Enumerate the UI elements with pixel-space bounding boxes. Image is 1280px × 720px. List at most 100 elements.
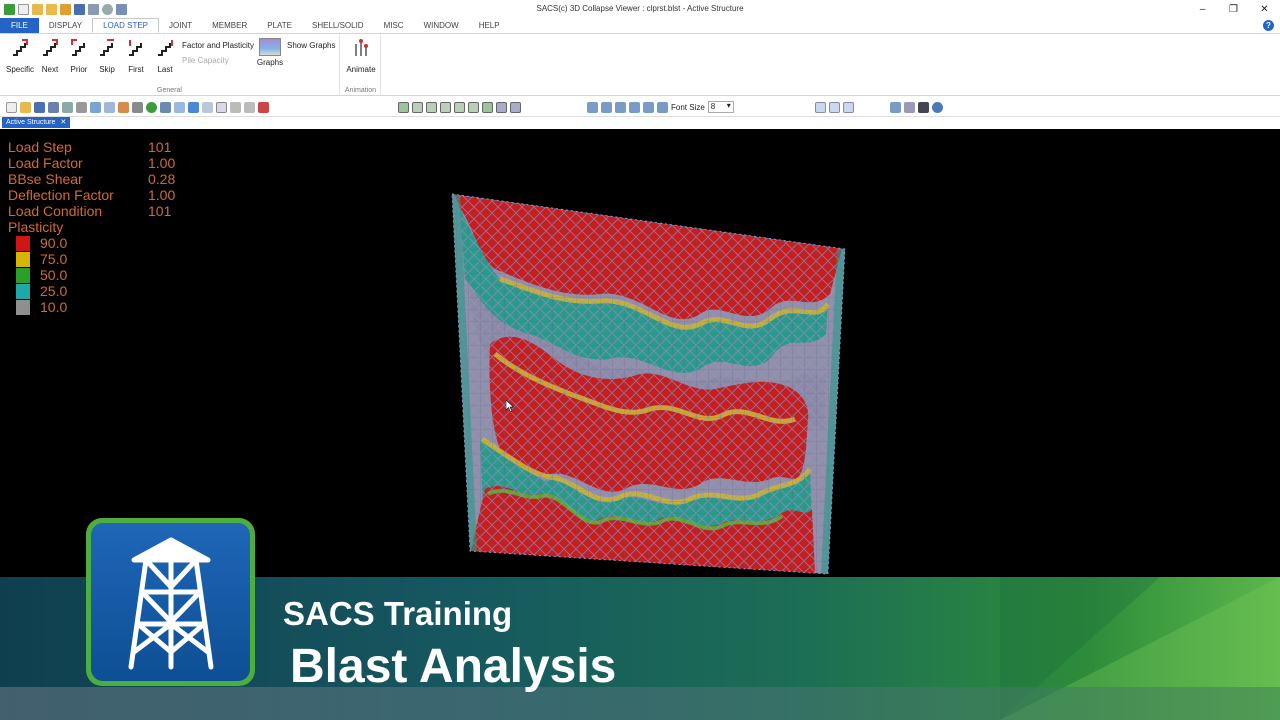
open-recent-icon[interactable] xyxy=(46,3,57,15)
section-label-icon[interactable] xyxy=(643,101,654,113)
open-icon[interactable] xyxy=(20,101,31,113)
toolbar: Font Size 8 xyxy=(0,97,1280,117)
rotate-icon[interactable] xyxy=(118,101,129,113)
orbit-icon[interactable] xyxy=(160,101,171,113)
legend-value: 50.0 xyxy=(40,267,68,283)
load-condition-value: 101 xyxy=(148,203,172,219)
help-icon[interactable]: ? xyxy=(1263,20,1274,31)
window-controls: – ❐ ✕ xyxy=(1187,0,1280,18)
measure-icon[interactable] xyxy=(904,101,915,113)
select-line-icon[interactable] xyxy=(829,101,840,113)
animate-label: Animate xyxy=(346,65,376,74)
joint-label-icon[interactable] xyxy=(587,101,598,113)
preview-icon[interactable] xyxy=(116,3,127,15)
load-factor-value: 1.00 xyxy=(148,155,176,171)
pan-icon[interactable] xyxy=(104,101,115,113)
specific-button[interactable]: Specific xyxy=(5,38,35,74)
show-graphs-button[interactable]: Show Graphs xyxy=(287,41,335,50)
open-folder-icon[interactable] xyxy=(32,3,43,15)
legend-swatch xyxy=(16,283,30,299)
close-tab-icon[interactable]: ✕ xyxy=(60,117,66,128)
view-bottom-icon[interactable] xyxy=(482,101,493,113)
print-icon[interactable] xyxy=(88,3,99,15)
settings-icon[interactable] xyxy=(102,3,113,15)
save-icon[interactable] xyxy=(34,101,45,113)
tab-window[interactable]: WINDOW xyxy=(414,18,469,33)
restore-button[interactable]: ❐ xyxy=(1218,0,1249,18)
globe-icon[interactable] xyxy=(932,101,943,113)
view-front-icon[interactable] xyxy=(412,101,423,113)
zoom-icon[interactable] xyxy=(90,101,101,113)
tab-file[interactable]: FILE xyxy=(0,18,39,33)
next-label: Next xyxy=(41,65,59,74)
graphs-button[interactable]: Graphs xyxy=(255,38,285,67)
skip-button[interactable]: Skip xyxy=(92,38,122,74)
tab-plate[interactable]: PLATE xyxy=(257,18,302,33)
font-size-select[interactable]: 8 xyxy=(707,101,734,113)
grid-icon[interactable] xyxy=(202,101,213,113)
legend-swatch xyxy=(16,299,30,315)
group-label-icon[interactable] xyxy=(629,101,640,113)
base-shear-label: BBse Shear xyxy=(8,171,83,187)
tab-help[interactable]: HELP xyxy=(469,18,510,33)
select-point-icon[interactable] xyxy=(815,101,826,113)
tab-misc[interactable]: MISC xyxy=(374,18,414,33)
window-zoom-icon[interactable] xyxy=(188,101,199,113)
undo-icon[interactable] xyxy=(230,101,241,113)
layout-icon[interactable] xyxy=(496,101,507,113)
tab-member[interactable]: MEMBER xyxy=(202,18,257,33)
legend-item: 10.0 xyxy=(16,299,67,315)
plate-label-icon[interactable] xyxy=(615,101,626,113)
frame-icon[interactable] xyxy=(216,101,227,113)
banner-subtitle: SACS Training xyxy=(283,595,513,632)
first-button[interactable]: First xyxy=(121,38,151,74)
view-icon[interactable] xyxy=(132,101,143,113)
tab-load-step[interactable]: LOAD STEP xyxy=(92,18,160,33)
save-icon[interactable] xyxy=(74,3,85,15)
filter-icon[interactable] xyxy=(918,101,929,113)
save-all-icon[interactable] xyxy=(48,101,59,113)
view-top-icon[interactable] xyxy=(468,101,479,113)
view-left-icon[interactable] xyxy=(440,101,451,113)
redo-icon[interactable] xyxy=(244,101,255,113)
tab-display[interactable]: DISPLAY xyxy=(39,18,92,33)
base-shear-value: 0.28 xyxy=(148,171,176,187)
font-size-label: Font Size xyxy=(671,102,705,112)
export-icon[interactable] xyxy=(62,101,73,113)
print-icon[interactable] xyxy=(76,101,87,113)
tab-joint[interactable]: JOINT xyxy=(159,18,202,33)
prior-button[interactable]: Prior xyxy=(64,38,94,74)
view-back-icon[interactable] xyxy=(426,101,437,113)
close-button[interactable]: ✕ xyxy=(1249,0,1280,18)
refresh-icon[interactable] xyxy=(146,101,157,113)
fit-icon[interactable] xyxy=(174,101,185,113)
select-box-icon[interactable] xyxy=(843,101,854,113)
animate-icon xyxy=(355,39,368,56)
new-icon[interactable] xyxy=(6,101,17,113)
find-icon[interactable] xyxy=(890,101,901,113)
legend-item: 75.0 xyxy=(16,251,67,267)
last-button[interactable]: Last xyxy=(150,38,180,74)
factor-plasticity-button[interactable]: Factor and Plasticity xyxy=(182,41,254,50)
folder-up-icon[interactable] xyxy=(60,3,71,15)
legend-item: 25.0 xyxy=(16,283,67,299)
legend-swatch xyxy=(16,267,30,283)
base-shear-row: BBse Shear 0.28 xyxy=(8,171,208,187)
animate-button[interactable]: Animate xyxy=(343,38,379,74)
view-right-icon[interactable] xyxy=(454,101,465,113)
tab-active-structure[interactable]: Active Structure ✕ xyxy=(2,117,71,128)
view-iso-icon[interactable] xyxy=(398,101,409,113)
legend-item: 90.0 xyxy=(16,235,67,251)
member-label-icon[interactable] xyxy=(601,101,612,113)
minimize-button[interactable]: – xyxy=(1187,0,1218,18)
new-file-icon[interactable] xyxy=(18,3,29,15)
next-button[interactable]: Next xyxy=(35,38,65,74)
color-icon[interactable] xyxy=(258,101,269,113)
animation-group-label: Animation xyxy=(344,87,377,94)
tab-shell-solid[interactable]: SHELL/SOLID xyxy=(302,18,374,33)
offshore-platform-icon xyxy=(128,537,213,670)
support-label-icon[interactable] xyxy=(657,101,668,113)
plasticity-legend: 90.0 75.0 50.0 25.0 10.0 xyxy=(16,235,67,315)
document-tabs: Active Structure ✕ xyxy=(0,117,1280,128)
layout-grid-icon[interactable] xyxy=(510,101,521,113)
